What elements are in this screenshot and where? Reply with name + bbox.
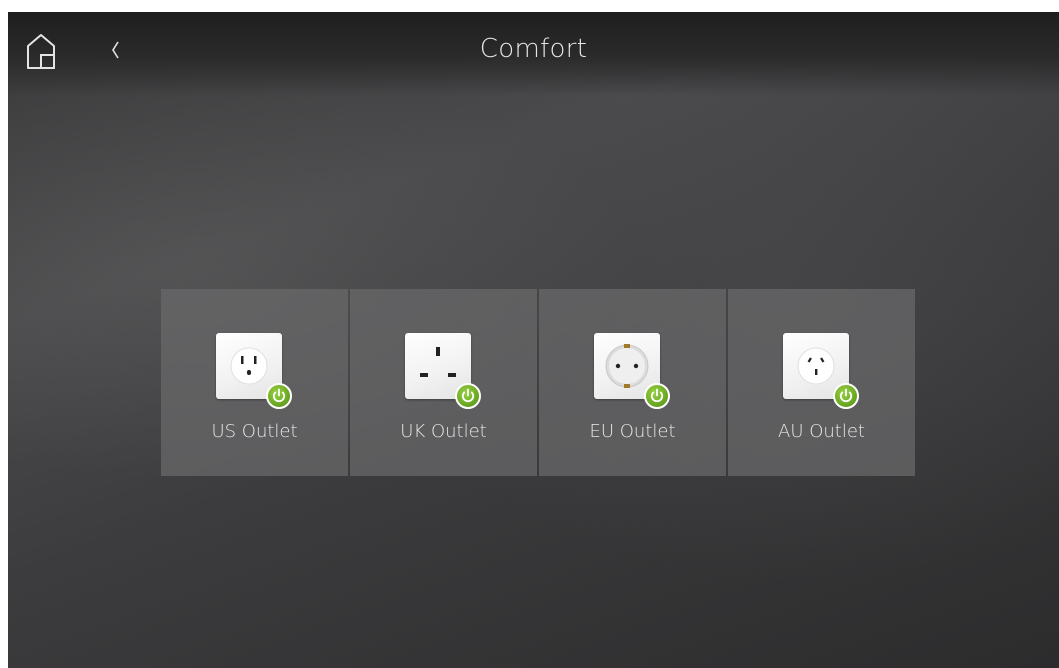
outlet-label: UK Outlet [400, 421, 487, 442]
outlet-label: AU Outlet [778, 421, 865, 442]
power-on-icon [644, 383, 670, 409]
uk-outlet-icon [405, 333, 481, 409]
au-outlet-icon [783, 333, 859, 409]
outlet-tile-us[interactable]: US Outlet [161, 289, 348, 476]
screen: Comfort US Outlet UK Outlet EU Outlet AU… [8, 12, 1059, 668]
outlet-label: US Outlet [211, 421, 298, 442]
outlet-grid: US Outlet UK Outlet EU Outlet AU Outlet [161, 289, 916, 476]
header-bar: Comfort [8, 12, 1059, 96]
power-on-icon [266, 383, 292, 409]
page-title: Comfort [479, 34, 588, 64]
eu-outlet-icon [594, 333, 670, 409]
power-on-icon [833, 383, 859, 409]
us-outlet-icon [216, 333, 292, 409]
outlet-tile-uk[interactable]: UK Outlet [350, 289, 537, 476]
outlet-tile-eu[interactable]: EU Outlet [539, 289, 726, 476]
power-on-icon [455, 383, 481, 409]
outlet-tile-au[interactable]: AU Outlet [728, 289, 915, 476]
outlet-label: EU Outlet [589, 421, 676, 442]
